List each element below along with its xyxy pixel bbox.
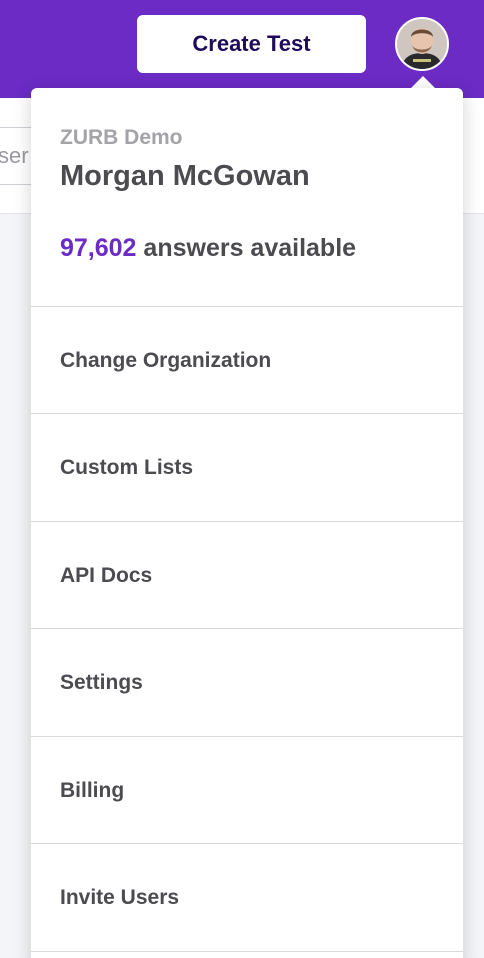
menu-item-change-organization[interactable]: Change Organization — [31, 307, 463, 414]
create-test-button[interactable]: Create Test — [137, 15, 366, 73]
answers-label: answers available — [143, 234, 357, 262]
menu-item-settings[interactable]: Settings — [31, 629, 463, 736]
menu-item-billing[interactable]: Billing — [31, 737, 463, 844]
user-avatar[interactable] — [395, 17, 449, 71]
organization-name: ZURB Demo — [60, 126, 183, 149]
divider — [31, 951, 463, 952]
avatar-photo-icon — [397, 19, 447, 69]
menu-item-custom-lists[interactable]: Custom Lists — [31, 414, 463, 521]
menu-item-api-docs[interactable]: API Docs — [31, 522, 463, 629]
answers-count: 97,602 — [60, 234, 137, 262]
account-dropdown: ZURB Demo Morgan McGowan 97,602 answers … — [31, 88, 463, 958]
answers-available: 97,602 answers available — [60, 234, 356, 263]
menu-item-invite-users[interactable]: Invite Users — [31, 844, 463, 951]
user-name: Morgan McGowan — [60, 160, 310, 192]
